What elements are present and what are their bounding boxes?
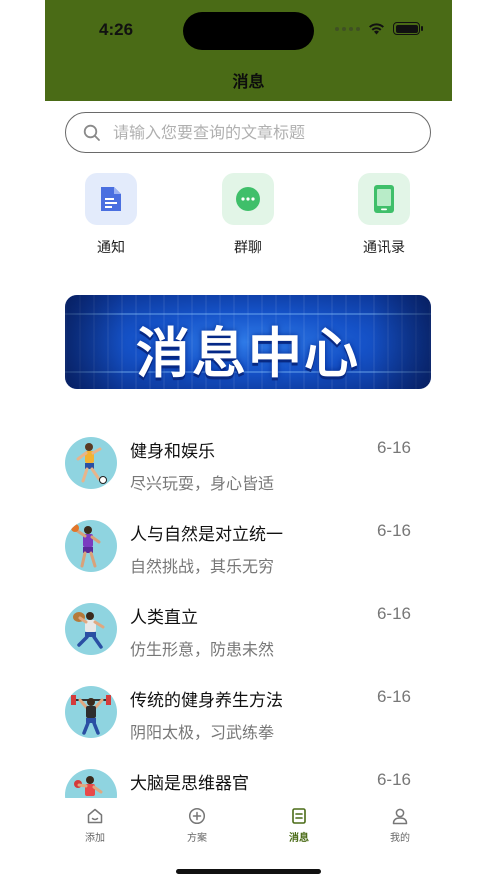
- quick-action-group-chat[interactable]: 群聊: [202, 173, 294, 257]
- quick-action-notice[interactable]: 通知: [65, 173, 157, 257]
- battery-icon: [393, 22, 423, 35]
- item-date: 6-16: [376, 770, 411, 789]
- avatar: [65, 769, 117, 798]
- page-title: 消息: [232, 72, 265, 91]
- item-subtitle: 自然挑战，其乐无穷: [130, 557, 275, 576]
- tablet-icon: [374, 185, 394, 213]
- status-time: 4:26: [99, 20, 134, 39]
- quick-action-label: 通知: [97, 240, 125, 256]
- tab-plan[interactable]: 方案: [162, 807, 232, 844]
- item-date: 6-16: [376, 604, 411, 623]
- item-title: 传统的健身养生方法: [130, 691, 283, 711]
- item-title: 健身和娱乐: [130, 442, 215, 462]
- item-title: 人与自然是对立统一: [130, 525, 283, 545]
- list-item[interactable]: 健身和娱乐 尽兴玩耍，身心皆适 6-16: [65, 420, 431, 503]
- tab-label: 消息: [289, 833, 309, 844]
- item-title: 大脑是思维器官: [130, 774, 249, 794]
- search-input[interactable]: [113, 123, 403, 142]
- item-date: 6-16: [376, 438, 411, 457]
- quick-action-label: 群聊: [234, 240, 262, 256]
- item-subtitle: 尽兴玩耍，身心皆适: [130, 474, 275, 493]
- tab-label: 我的: [390, 833, 410, 844]
- avatar: [65, 686, 117, 738]
- table-tennis-player-icon: [74, 776, 103, 796]
- home-indicator[interactable]: [176, 869, 321, 874]
- quick-action-contacts[interactable]: 通讯录: [338, 173, 430, 257]
- home-icon: [87, 808, 103, 824]
- dynamic-island: [183, 12, 314, 50]
- tab-label: 添加: [85, 833, 105, 844]
- basketball-player-icon: [71, 524, 101, 568]
- tab-profile[interactable]: 我的: [365, 807, 435, 844]
- message-doc-icon: [292, 808, 306, 824]
- item-subtitle: 阴阳太极，习武练拳: [130, 723, 275, 742]
- cellular-icon: [335, 26, 360, 31]
- message-list: 健身和娱乐 尽兴玩耍，身心皆适 6-16 人与自然是对立统一 自然挑战，其乐无穷: [45, 420, 452, 798]
- avatar: [65, 437, 117, 489]
- search-icon: [83, 124, 100, 141]
- item-subtitle: 仿生形意，防患未然: [130, 640, 275, 659]
- notice-tile[interactable]: [85, 173, 137, 225]
- user-icon: [392, 808, 408, 825]
- message-center-banner: 消息中心: [65, 295, 431, 389]
- banner-title: 消息中心: [136, 322, 360, 385]
- group-chat-tile[interactable]: [222, 173, 274, 225]
- tab-add[interactable]: 添加: [60, 807, 130, 844]
- quick-action-label: 通讯录: [363, 240, 405, 256]
- avatar: [65, 520, 117, 572]
- contacts-tile[interactable]: [358, 173, 410, 225]
- wifi-icon: [369, 23, 384, 35]
- list-item[interactable]: 传统的健身养生方法 阴阳太极，习武练拳 6-16: [65, 669, 431, 752]
- tab-label: 方案: [187, 833, 207, 844]
- list-item[interactable]: 人类直立 仿生形意，防患未然 6-16: [65, 586, 431, 669]
- search-bar[interactable]: [65, 112, 431, 153]
- document-icon: [101, 187, 121, 211]
- list-item[interactable]: 大脑是思维器官 6-16: [65, 752, 431, 798]
- item-date: 6-16: [376, 687, 411, 706]
- avatar: [65, 603, 117, 655]
- weightlifter-icon: [71, 695, 111, 735]
- app-screen: 4:26 消息 请输入您要查询的文章标题 通知 群聊 通讯录 消息中心 健身和娱…: [45, 0, 452, 883]
- soccer-player-icon: [76, 443, 107, 484]
- baseball-player-icon: [73, 612, 105, 649]
- header-bar: 4:26 消息: [45, 0, 452, 101]
- status-icons: [335, 22, 423, 35]
- plus-circle-icon: [188, 807, 206, 825]
- item-date: 6-16: [376, 521, 411, 540]
- list-item[interactable]: 人与自然是对立统一 自然挑战，其乐无穷 6-16: [65, 503, 431, 586]
- item-title: 人类直立: [130, 608, 198, 628]
- chat-bubble-icon: [236, 187, 260, 211]
- tab-messages[interactable]: 消息: [264, 807, 334, 844]
